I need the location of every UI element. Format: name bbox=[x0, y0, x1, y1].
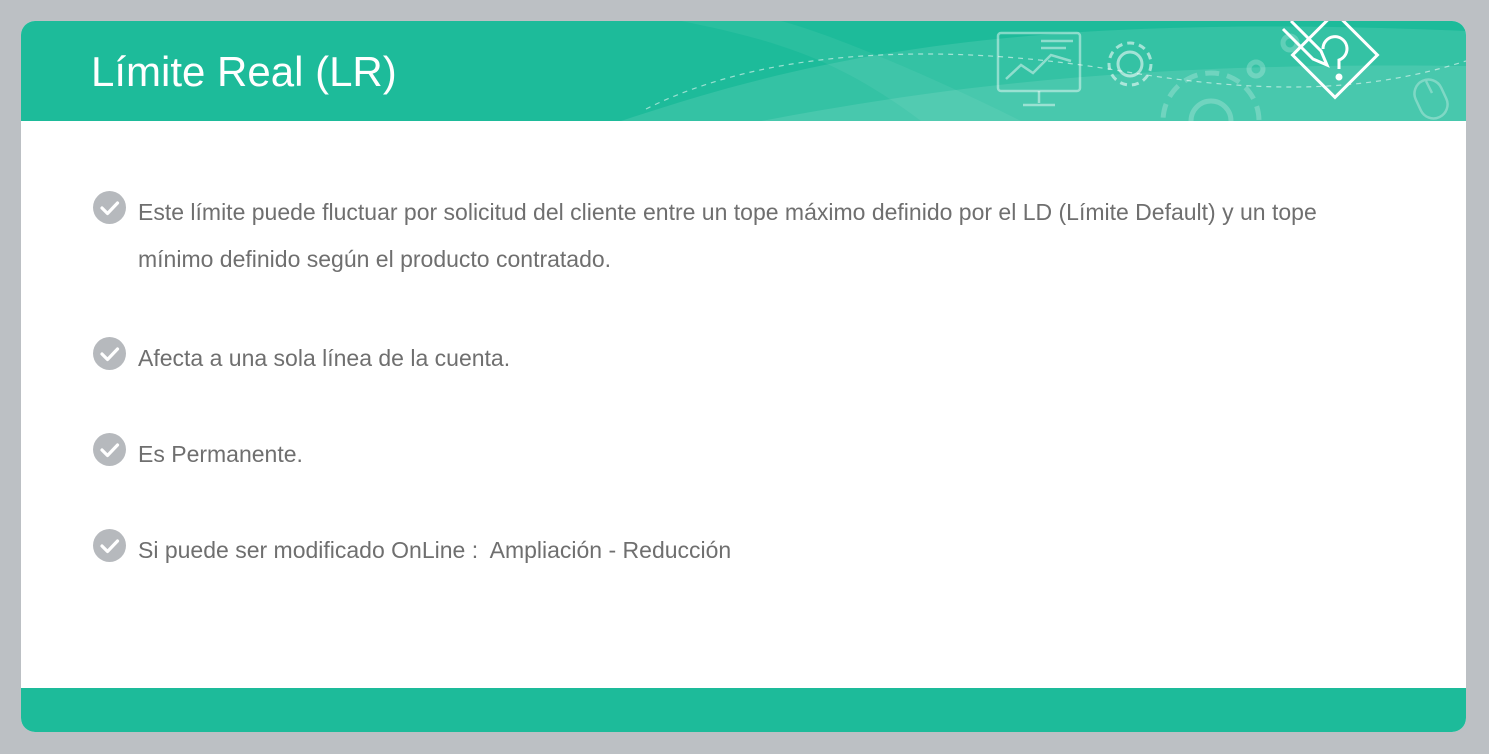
content-area: Este límite puede fluctuar por solicitud… bbox=[21, 121, 1466, 688]
check-circle-icon bbox=[93, 433, 126, 466]
check-circle-icon bbox=[93, 337, 126, 370]
header-bar: Límite Real (LR) bbox=[21, 21, 1466, 121]
slide: Límite Real (LR) Este límite puede fluct… bbox=[21, 21, 1466, 732]
footer-bar bbox=[21, 688, 1466, 732]
bullet-text: Es Permanente. bbox=[138, 441, 303, 467]
bullet-text: Afecta a una sola línea de la cuenta. bbox=[138, 345, 511, 371]
check-circle-icon bbox=[93, 529, 126, 562]
bullet-text: Este límite puede fluctuar por solicitud… bbox=[138, 199, 1317, 272]
page-title: Límite Real (LR) bbox=[91, 48, 397, 95]
check-circle-icon bbox=[93, 191, 126, 224]
bullet-text: Si puede ser modificado OnLine : Ampliac… bbox=[138, 537, 732, 563]
